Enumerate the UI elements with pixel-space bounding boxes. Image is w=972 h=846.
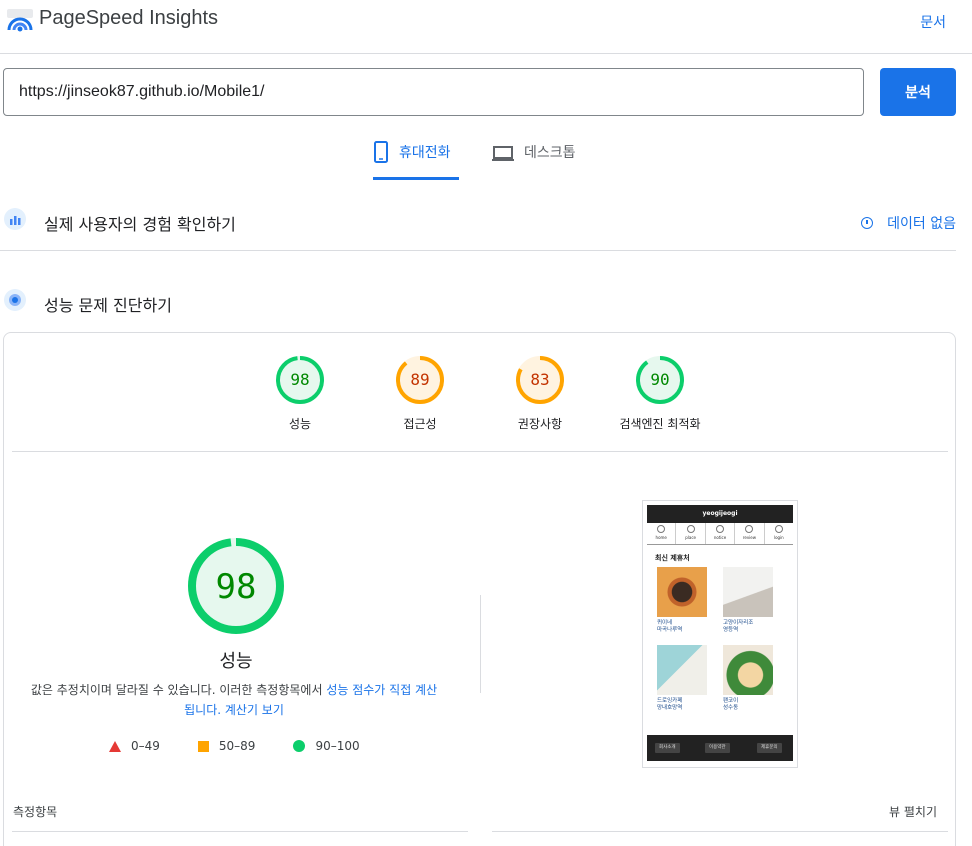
metrics-heading: 측정항목	[13, 805, 58, 819]
pagespeed-logo-icon[interactable]	[6, 8, 34, 34]
legend-pass: 90–100	[293, 739, 360, 753]
preview-image-drawing	[657, 645, 707, 695]
metrics-divider	[492, 831, 948, 832]
preview-caption: 드로잉카페 망내호망역	[657, 698, 683, 711]
preview-nav-item: review	[735, 523, 765, 544]
big-score-label: 성능	[219, 651, 253, 672]
performance-big-gauge: 98	[188, 538, 284, 634]
tab-mobile-label: 휴대전화	[399, 145, 451, 161]
svg-text:83: 83	[530, 370, 549, 389]
preview-image-dish	[723, 645, 773, 695]
top-bar: PageSpeed Insights 문서	[0, 0, 972, 54]
preview-nav-item: home	[647, 523, 677, 544]
preview-caption: 퀴이네 마곡나루역	[657, 620, 683, 633]
field-data-title: 실제 사용자의 경험 확인하기	[44, 215, 236, 234]
score-label: 권장사항	[517, 417, 563, 431]
gauge-ring: 89	[396, 356, 444, 404]
no-data-status[interactable]: 데이터 없음	[861, 213, 956, 233]
score-gauge-seo[interactable]: 90 검색엔진 최적화	[600, 355, 720, 432]
score-legend: 0–49 50–89 90–100	[109, 739, 398, 753]
metrics-divider	[12, 831, 468, 832]
gauge-ring: 90	[636, 356, 684, 404]
tab-desktop-label: 데스크톱	[524, 145, 576, 161]
score-gauge-performance[interactable]: 98 성능	[240, 355, 360, 432]
preview-caption: 팬코이 성수동	[723, 698, 739, 711]
preview-nav-item: login	[765, 523, 793, 544]
legend-fail: 0–49	[109, 739, 160, 753]
score-gauge-accessibility[interactable]: 89 접근성	[360, 355, 480, 432]
preview-caption: 고양이자리조 영등역	[723, 620, 754, 633]
diagnose-icon	[4, 289, 26, 311]
report-card: 98 성능 89 접근성 83 권장사항 90 검색엔진 최적화 98 성능 값…	[3, 332, 956, 846]
gauge-ring: 83	[516, 356, 564, 404]
url-input[interactable]	[3, 68, 864, 116]
svg-text:98: 98	[290, 370, 309, 389]
score-label: 성능	[288, 417, 312, 431]
lab-data-title: 성능 문제 진단하기	[44, 296, 172, 315]
tab-mobile[interactable]: 휴대전화	[373, 140, 459, 180]
preview-site-title: yeogijeogi	[647, 505, 793, 523]
score-description: 값은 추정치이며 달라질 수 있습니다. 이러한 측정항목에서 성능 점수가 직…	[30, 683, 438, 717]
laptop-icon	[492, 146, 514, 161]
no-data-label: 데이터 없음	[887, 216, 956, 232]
triangle-icon	[109, 740, 121, 752]
preview-image-cat	[723, 567, 773, 617]
preview-nav-item: notice	[706, 523, 736, 544]
circle-icon	[293, 740, 306, 752]
preview-nav: home place notice review login	[647, 523, 793, 545]
score-label: 검색엔진 최적화	[619, 417, 701, 431]
card-divider	[12, 451, 948, 452]
docs-link[interactable]: 문서	[920, 12, 946, 32]
vertical-divider	[480, 595, 481, 693]
smartphone-icon	[374, 141, 388, 163]
final-screenshot[interactable]: yeogijeogi home place notice review logi…	[642, 500, 798, 768]
tab-desktop[interactable]: 데스크톱	[492, 140, 592, 180]
preview-section-title: 최신 제휴처	[655, 554, 690, 562]
gauge-ring: 98	[276, 356, 324, 404]
expand-view-toggle[interactable]: 뷰 펼치기	[889, 803, 937, 820]
svg-text:89: 89	[410, 370, 429, 389]
preview-nav-item: place	[676, 523, 706, 544]
big-score-value: 98	[216, 567, 257, 607]
svg-text:90: 90	[650, 370, 669, 389]
square-icon	[197, 740, 209, 752]
preview-footer: 회사소개 이용약관 제휴문의	[647, 735, 793, 761]
score-label: 접근성	[403, 417, 437, 431]
field-data-section: 실제 사용자의 경험 확인하기 데이터 없음	[0, 201, 956, 251]
analyze-button[interactable]: 분석	[880, 68, 956, 116]
calculator-link[interactable]: 계산기 보기	[225, 703, 284, 717]
users-chart-icon	[4, 208, 26, 230]
preview-image-food	[657, 567, 707, 617]
legend-average: 50–89	[197, 739, 255, 753]
info-icon	[861, 217, 874, 229]
app-title[interactable]: PageSpeed Insights	[39, 7, 218, 30]
score-gauge-best-practices[interactable]: 83 권장사항	[480, 355, 600, 432]
lab-data-section: 성능 문제 진단하기	[0, 282, 956, 322]
